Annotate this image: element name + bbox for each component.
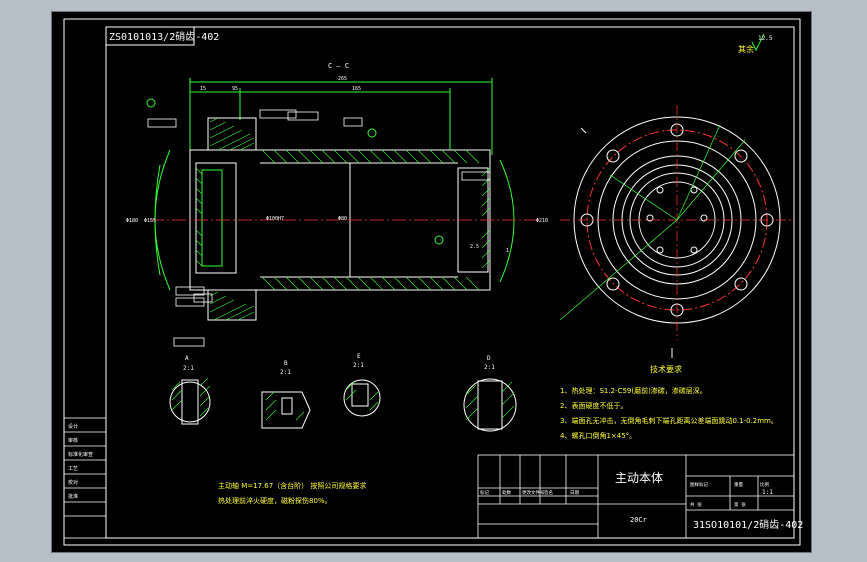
svg-text:审核: 审核 <box>68 437 78 444</box>
note-2: 热处理前淬火硬度，磁粉探伤80%。 <box>218 496 332 505</box>
left-signature-strip <box>63 417 107 539</box>
svg-text:Φ180: Φ180 <box>126 218 138 224</box>
svg-text:Φ100H7: Φ100H7 <box>266 216 284 222</box>
svg-text:比例: 比例 <box>760 481 769 488</box>
svg-text:批准: 批准 <box>68 493 78 500</box>
roughness-other-label: 其余 <box>738 44 754 54</box>
end-view-centerlines <box>560 105 795 340</box>
svg-text:Φ80: Φ80 <box>338 216 347 222</box>
detail-view-d: D 2:1 <box>463 355 517 432</box>
drawing-number: 31SO10101/2硝齿-402 <box>693 518 803 531</box>
detail-d-scale: 2:1 <box>484 364 495 371</box>
svg-text:工艺: 工艺 <box>68 466 78 472</box>
tech-req-title: 技术要求 <box>650 364 682 374</box>
svg-text:Φ210: Φ210 <box>536 218 548 224</box>
cad-viewport[interactable]: ZS0101013/2硝齿-402 其余 12.5 C — C 265 15 9… <box>0 0 867 562</box>
svg-text:处数: 处数 <box>502 489 511 496</box>
svg-text:图样标记: 图样标记 <box>690 481 708 488</box>
svg-text:更改文件号: 更改文件号 <box>522 489 545 496</box>
detail-view-b: B 2:1 <box>261 360 311 429</box>
detail-d-id: D <box>487 355 491 362</box>
detail-b-scale: 2:1 <box>280 369 291 376</box>
outer-border <box>63 18 801 546</box>
part-name: 主动本体 <box>615 471 663 485</box>
detail-e-scale: 2:1 <box>353 362 364 369</box>
svg-text:2.5: 2.5 <box>470 244 479 250</box>
datum-markers <box>146 98 444 245</box>
svg-text:标记: 标记 <box>480 489 489 496</box>
detail-view-a: A 2:1 <box>169 355 211 425</box>
note-1: 主动轴 M=17.67（含台阶） 按照公司规格要求 <box>218 481 366 490</box>
dimension-texts: 265 15 95 165 Φ80 Φ100H7 Φ155 Φ180 Φ210 … <box>126 76 548 254</box>
material: 20Cr <box>630 516 647 524</box>
drawing-no-rotated: ZS0101013/2硝齿-402 <box>109 30 219 43</box>
scale-value: 1:1 <box>762 489 773 496</box>
svg-text:设计: 设计 <box>68 423 78 430</box>
svg-text:日期: 日期 <box>570 490 579 496</box>
left-strip-labels: 设计 审核 标准化审查 工艺 校对 批准 <box>68 423 93 500</box>
detail-view-e: E 2:1 <box>343 353 381 417</box>
svg-text:165: 165 <box>352 86 361 92</box>
section-label: C — C <box>328 62 349 70</box>
svg-text:Φ155: Φ155 <box>144 218 156 224</box>
tech-req-1: 1、热处理：S1.2-C59(磨前)渗碳，渗碳层深。 <box>560 386 707 395</box>
detail-a-id: A <box>185 355 189 362</box>
main-section-view <box>154 78 515 321</box>
detail-b-id: B <box>284 360 288 367</box>
svg-text:共 张: 共 张 <box>690 501 702 508</box>
svg-text:第 张: 第 张 <box>734 501 746 508</box>
svg-text:标准化审查: 标准化审查 <box>68 451 93 458</box>
svg-text:95: 95 <box>232 86 238 92</box>
drawing-canvas[interactable]: ZS0101013/2硝齿-402 其余 12.5 C — C 265 15 9… <box>0 0 867 562</box>
tolerance-frames <box>147 109 491 347</box>
svg-text:签名: 签名 <box>544 489 553 496</box>
tech-req-2: 2、表面硬度不低于。 <box>560 401 627 410</box>
svg-text:校对: 校对 <box>68 479 78 486</box>
tech-req-4: 4、螺孔口倒角1×45°。 <box>560 431 636 440</box>
svg-text:15: 15 <box>200 86 206 92</box>
roughness-other-value: 12.5 <box>758 35 773 42</box>
svg-text:重量: 重量 <box>734 481 743 488</box>
end-view-leaders <box>559 124 746 321</box>
tech-req-3: 3、端面孔无冲击，无倒角毛刺下端孔距离公差端面跳动0.1-0.2mm。 <box>560 416 778 425</box>
svg-text:1: 1 <box>506 248 509 254</box>
svg-text:265: 265 <box>338 76 347 82</box>
detail-a-scale: 2:1 <box>183 365 194 372</box>
detail-e-id: E <box>357 353 361 360</box>
